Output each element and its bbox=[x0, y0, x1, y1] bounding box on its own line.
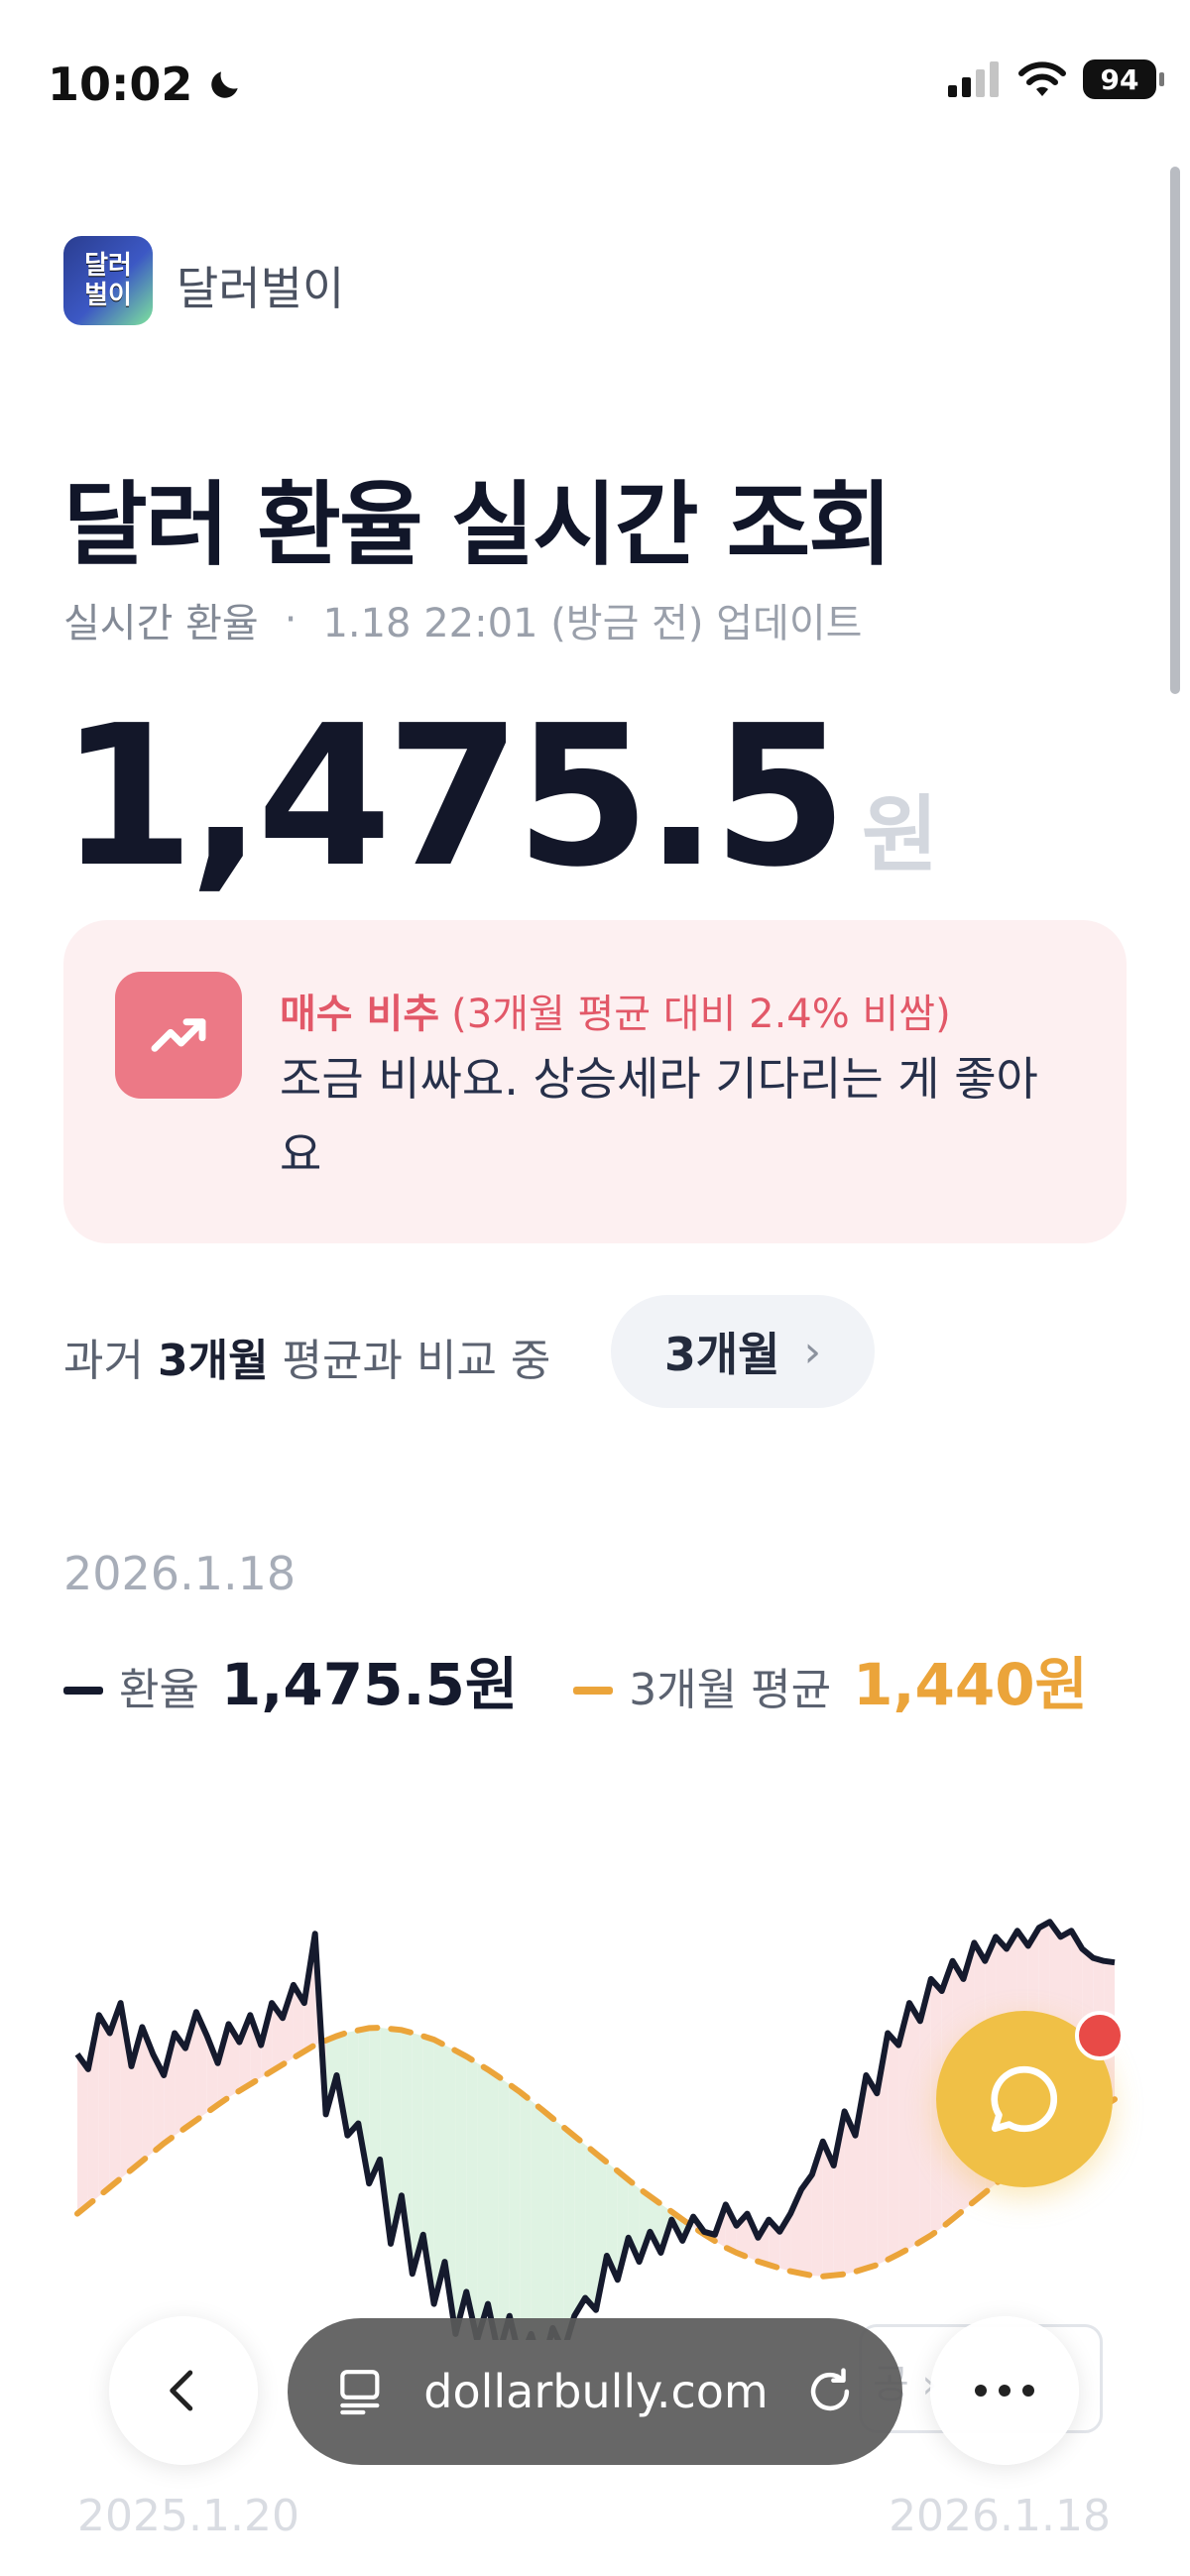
browser-back-button[interactable] bbox=[109, 2316, 258, 2465]
fill-below-average bbox=[585, 2145, 596, 2310]
battery-icon: 94 bbox=[1083, 59, 1164, 99]
rate-legend-label: 환율 bbox=[119, 1665, 199, 1715]
period-button-label: 3개월 bbox=[663, 1328, 780, 1381]
advice-title: 매수 비추 (3개월 평균 대비 2.4% 비쌈) bbox=[280, 982, 951, 1039]
fill-above-average bbox=[98, 2015, 110, 2196]
fill-below-average bbox=[488, 2069, 499, 2340]
fill-below-average bbox=[531, 2100, 542, 2340]
avg-legend-label: 3개월 평균 bbox=[629, 1665, 832, 1715]
fill-above-average bbox=[888, 2033, 899, 2260]
fill-below-average bbox=[477, 2062, 488, 2340]
brand-name[interactable]: 달러벌이 bbox=[177, 253, 344, 318]
chevron-right-icon: › bbox=[803, 1326, 822, 1377]
fill-below-average bbox=[520, 2092, 532, 2340]
brand-logo-text-2: 벌이 bbox=[84, 281, 132, 310]
battery-level: 94 bbox=[1100, 62, 1139, 96]
more-dots-icon bbox=[975, 2385, 1034, 2397]
update-time: 1.18 22:01 (방금 전) 업데이트 bbox=[322, 601, 863, 646]
fill-above-average bbox=[866, 2075, 878, 2269]
update-info: 실시간 환율 · 1.18 22:01 (방금 전) 업데이트 bbox=[63, 591, 862, 648]
browser-url-bar[interactable]: dollarbully.com bbox=[288, 2318, 902, 2465]
advice-status: 매수 비추 bbox=[280, 992, 440, 1037]
period-select-button[interactable]: 3개월 › bbox=[611, 1295, 875, 1408]
advice-card: 매수 비추 (3개월 평균 대비 2.4% 비쌈) 조금 비싸요. 상승세라 기다… bbox=[63, 920, 1127, 1243]
chart-legend: 환율 1,475.5원 3개월 평균 1,440원 bbox=[63, 1638, 1088, 1721]
compare-suffix: 평균과 비교 중 bbox=[282, 1336, 551, 1386]
fill-below-average bbox=[498, 2076, 510, 2340]
fill-below-average bbox=[347, 2030, 359, 2136]
brand-logo-text-1: 달러 bbox=[84, 251, 132, 281]
fill-above-average bbox=[77, 2053, 88, 2214]
chevron-left-icon bbox=[170, 2370, 193, 2411]
avg-legend-value: 1,440원 bbox=[853, 1651, 1088, 1718]
chart-date: 2026.1.18 bbox=[63, 1547, 297, 1600]
reload-icon[interactable] bbox=[803, 2365, 857, 2418]
page-title: 달러 환율 실시간 조회 bbox=[63, 472, 892, 578]
advice-message: 조금 비싸요. 상승세라 기다리는 게 좋아요 bbox=[280, 1052, 1038, 1181]
x-axis-end-label: 2026.1.18 bbox=[889, 2491, 1111, 2541]
status-bar-right: 94 bbox=[946, 59, 1164, 99]
tabs-icon bbox=[340, 2370, 380, 2415]
status-time-text: 10:02 bbox=[48, 58, 193, 111]
browser-more-button[interactable] bbox=[930, 2316, 1079, 2465]
rate-unit: 원 bbox=[861, 786, 939, 883]
trending-up-icon bbox=[115, 972, 242, 1099]
url-text: dollarbully.com bbox=[423, 2365, 769, 2418]
compare-period: 3개월 bbox=[157, 1336, 269, 1386]
fill-below-average bbox=[563, 2127, 575, 2340]
rate-legend-dash bbox=[63, 1687, 103, 1695]
moon-icon bbox=[211, 71, 239, 98]
update-separator: · bbox=[284, 597, 298, 643]
compare-text: 과거 3개월 평균과 비교 중 bbox=[63, 1325, 550, 1388]
signal-icon bbox=[948, 61, 999, 97]
rate-value: 1,475.5 bbox=[60, 684, 848, 910]
wifi-icon bbox=[1018, 61, 1066, 96]
current-rate: 1,475.5 원 bbox=[60, 684, 938, 910]
advice-detail: (3개월 평균 대비 2.4% 비쌈) bbox=[451, 992, 951, 1037]
status-bar-time: 10:02 bbox=[48, 58, 244, 111]
compare-prefix: 과거 bbox=[63, 1336, 144, 1386]
fill-below-average bbox=[541, 2109, 553, 2340]
fill-below-average bbox=[574, 2136, 586, 2316]
rate-legend-value: 1,475.5원 bbox=[220, 1651, 519, 1718]
fill-below-average bbox=[509, 2084, 521, 2340]
avg-legend-dash bbox=[573, 1687, 614, 1695]
x-axis-start-label: 2025.1.20 bbox=[77, 2491, 299, 2541]
notification-badge bbox=[1075, 2011, 1125, 2060]
brand-logo[interactable]: 달러 벌이 bbox=[63, 236, 153, 325]
update-label: 실시간 환율 bbox=[63, 601, 259, 646]
chat-bubble-icon bbox=[991, 2065, 1057, 2133]
page-scrollbar[interactable] bbox=[1170, 167, 1180, 694]
fill-below-average bbox=[552, 2118, 564, 2340]
fill-above-average bbox=[909, 2003, 920, 2249]
